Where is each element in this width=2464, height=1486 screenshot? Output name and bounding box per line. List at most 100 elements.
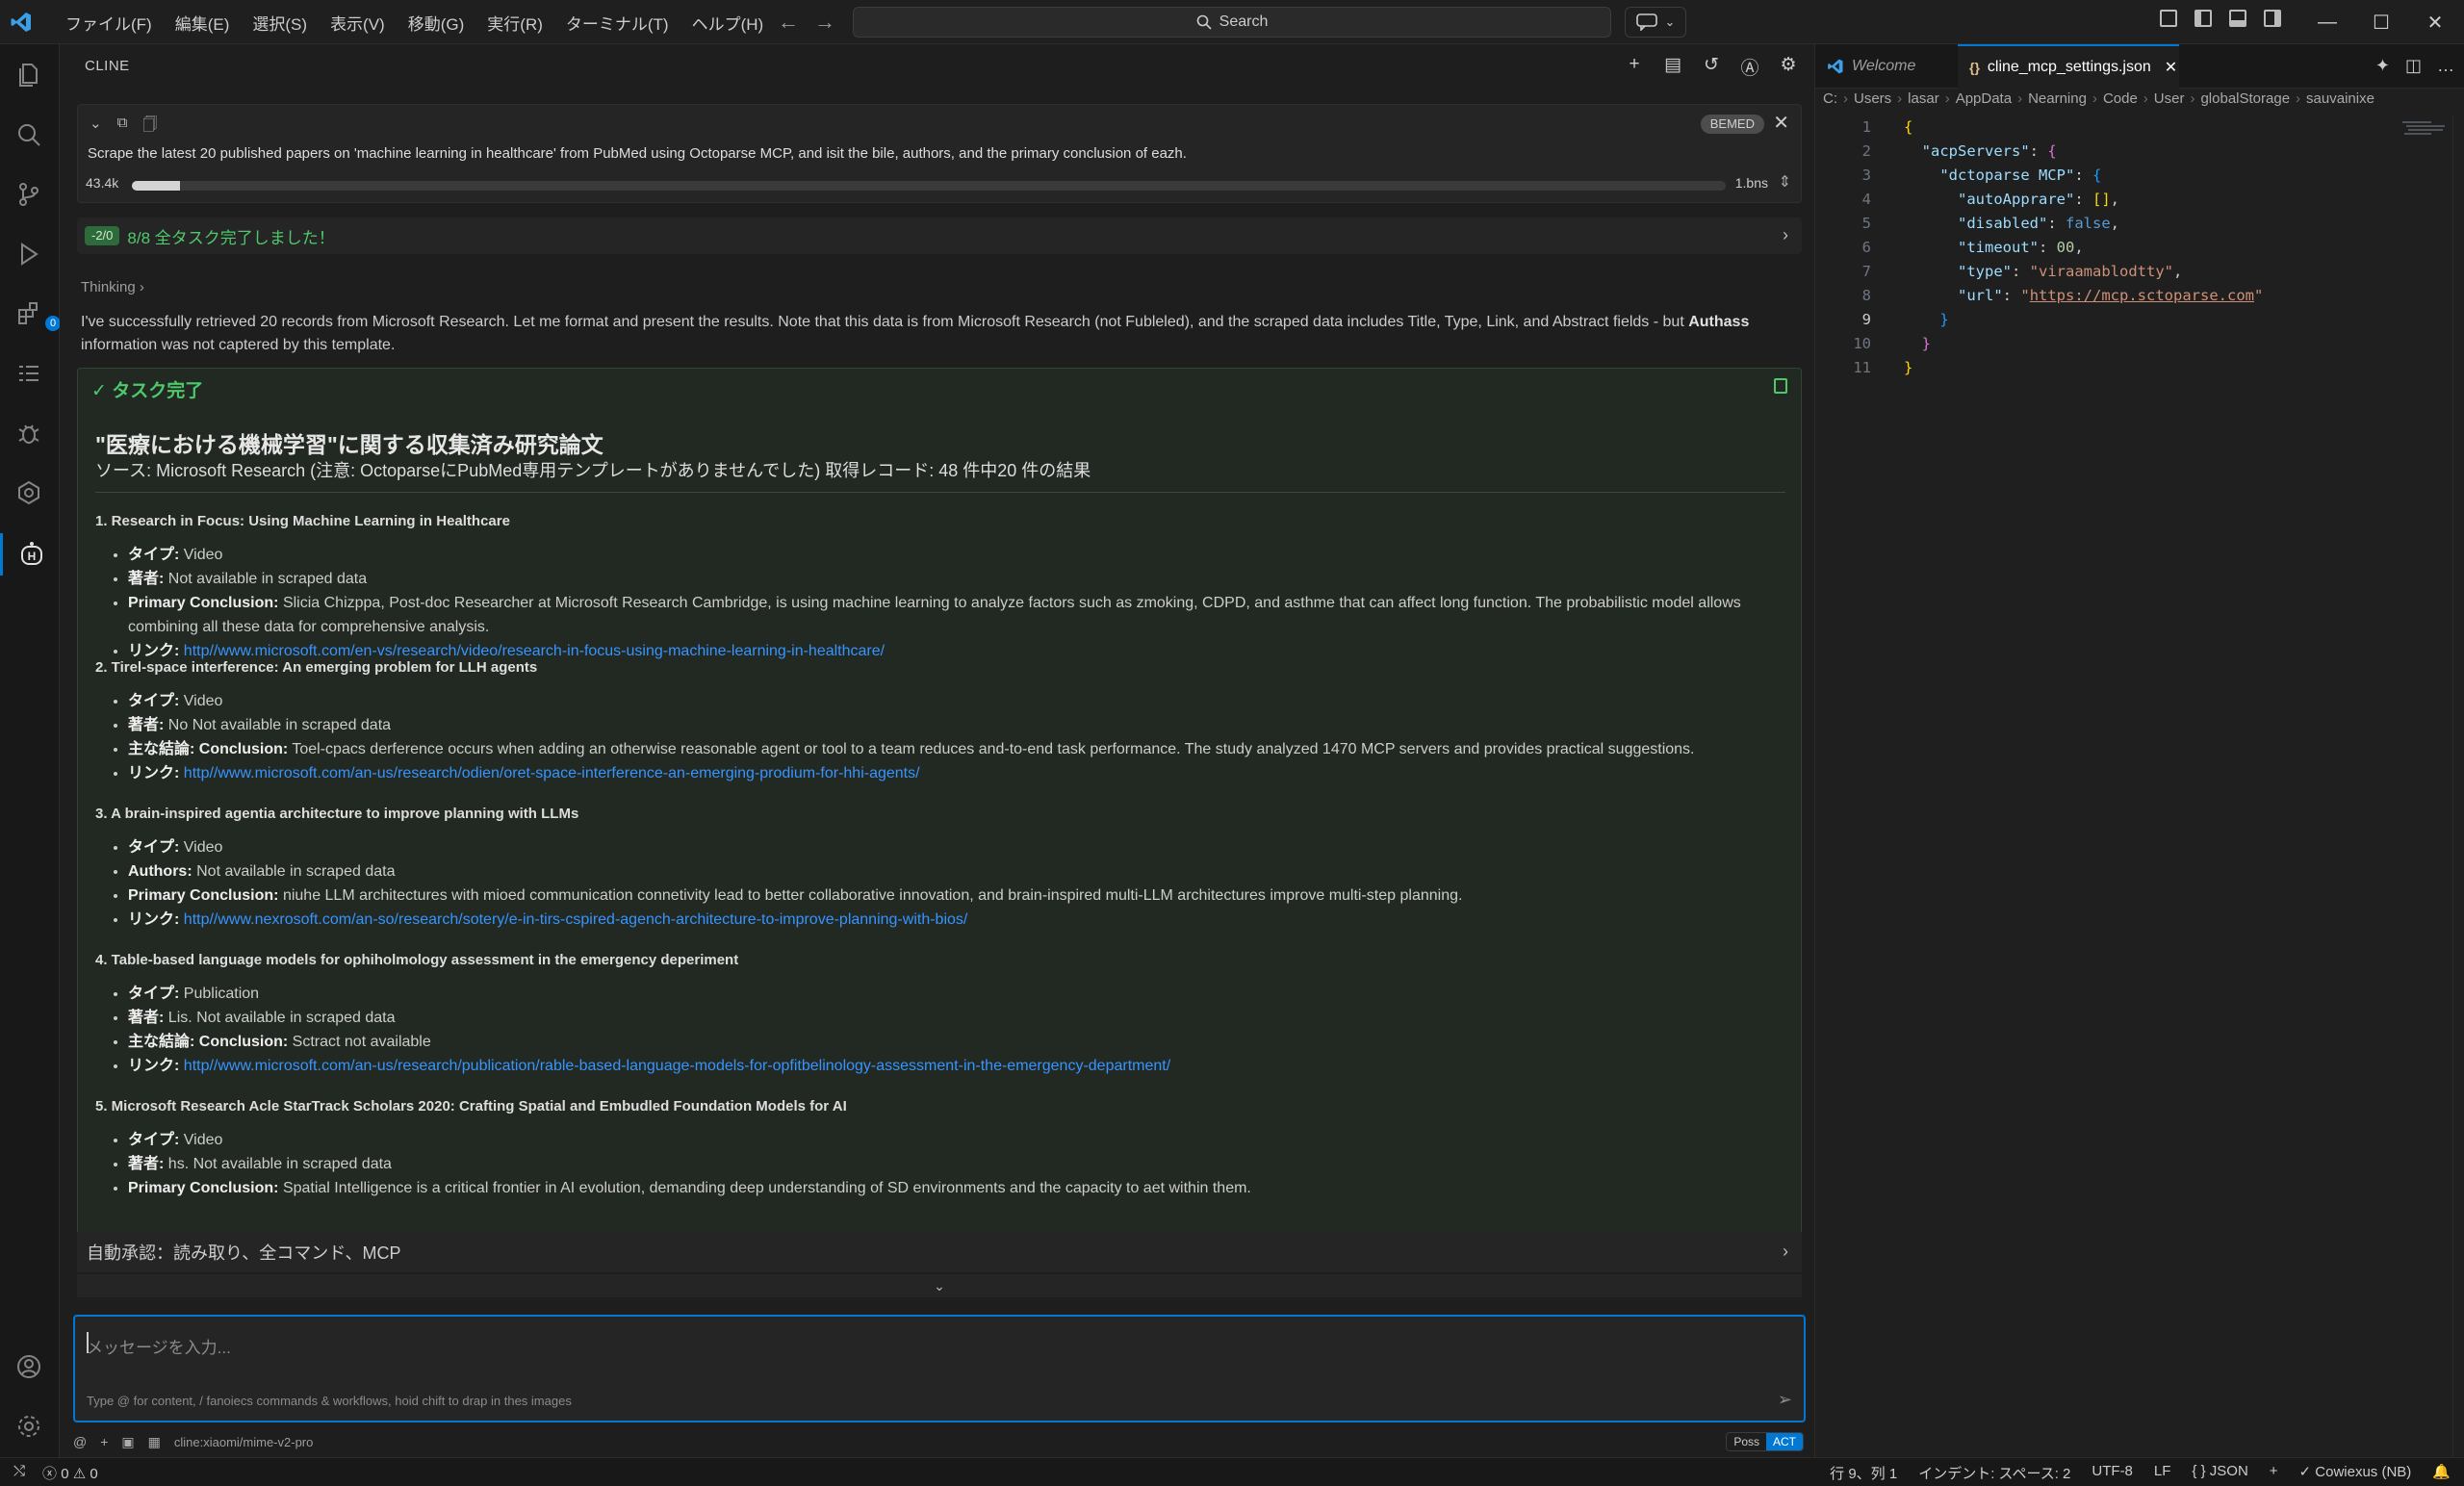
code-editor[interactable]: 1{ 2 "acpServers": { 3 "dctoparse MCP": … — [1815, 115, 2464, 380]
breadcrumb-item[interactable]: AppData — [1956, 90, 2012, 107]
breadcrumb-item[interactable]: Nearning — [2028, 90, 2087, 107]
scroll-to-bottom-button[interactable]: ⌄ — [77, 1274, 1802, 1297]
back-arrow-icon[interactable]: ← — [778, 10, 799, 35]
image-icon[interactable]: ▣ — [121, 1434, 134, 1450]
mcp-servers-icon[interactable]: ▤ — [1662, 54, 1683, 80]
paper-link-url[interactable]: http//www.microsoft.com/en-vs/research/v… — [184, 643, 885, 659]
menu-go[interactable]: 移動(G) — [397, 11, 476, 35]
chat-input[interactable]: メッセージを入力... Type @ for content, / fanoie… — [73, 1315, 1806, 1422]
close-tab-icon[interactable]: ✕ — [2165, 58, 2177, 77]
breadcrumb-item[interactable]: sauvainixe — [2306, 90, 2374, 107]
breadcrumb-item[interactable]: User — [2154, 90, 2185, 107]
end-of-line[interactable]: LF — [2154, 1463, 2171, 1483]
toggle-primary-sidebar-icon[interactable] — [2194, 10, 2212, 27]
act-mode-button[interactable]: ACT — [1766, 1433, 1803, 1450]
extensions-icon[interactable]: 0 — [13, 298, 61, 331]
bug-icon[interactable] — [13, 418, 44, 448]
compress-icon[interactable]: ⇕ — [1779, 172, 1791, 192]
menu-edit[interactable]: 編集(E) — [164, 11, 242, 35]
history-icon[interactable]: ↺ — [1701, 54, 1722, 80]
forward-arrow-icon[interactable]: → — [814, 10, 835, 35]
add-icon[interactable]: + — [100, 1434, 108, 1449]
cursor-position[interactable]: 行 9、列 1 — [1830, 1463, 1897, 1483]
todo-summary[interactable]: -2/0 8/8 全タスク完了しました！ › — [77, 218, 1802, 254]
thinking-toggle[interactable]: Thinking › — [81, 279, 144, 295]
model-selector[interactable]: cline:xiaomi/mime-v2-pro — [174, 1435, 313, 1449]
remote-indicator-icon[interactable]: ⤭ — [13, 1463, 25, 1483]
copy-icon[interactable]: ⧉ — [117, 115, 128, 139]
toggle-secondary-sidebar-icon[interactable] — [2264, 10, 2281, 27]
source-control-icon[interactable] — [13, 179, 44, 210]
chevron-right-icon: › — [1783, 1242, 1788, 1261]
sparkle-icon[interactable]: ✦ — [2375, 56, 2390, 76]
testing-icon[interactable] — [13, 358, 44, 389]
mention-icon[interactable]: @ — [73, 1434, 87, 1449]
minimap[interactable] — [2397, 117, 2454, 156]
command-center-search[interactable]: Search — [853, 7, 1611, 38]
menu-file[interactable]: ファイル(F) — [54, 11, 164, 35]
todo-count-badge: -2/0 — [85, 226, 120, 245]
add-icon[interactable]: + — [2270, 1463, 2278, 1483]
status-bar: ⤭ ⓧ 0 ⚠ 0 行 9、列 1 インデント: スペース: 2 UTF-8 L… — [0, 1457, 2464, 1486]
close-task-icon[interactable]: ✕ — [1773, 111, 1789, 135]
language-mode[interactable]: { } JSON — [2192, 1463, 2247, 1483]
chevron-down-icon: ⌄ — [934, 1278, 945, 1294]
breadcrumb-item[interactable]: lasar — [1908, 90, 1939, 107]
menu-selection[interactable]: 選択(S) — [241, 11, 319, 35]
json-file-icon: {} — [1969, 60, 1980, 75]
run-debug-icon[interactable] — [13, 239, 44, 269]
collapse-chevron-icon[interactable]: ⌄ — [90, 115, 102, 139]
maximize-icon[interactable]: ☐ — [2354, 11, 2408, 35]
settings-gear-icon[interactable] — [13, 1411, 44, 1442]
completion-result: ✓ タスク完了 "医療における機械学習"に関する収集済み研究論文 ソース: Mi… — [77, 368, 1802, 1272]
paper-link-url[interactable]: http//www.microsoft.com/an-us/research/o… — [184, 765, 920, 781]
customize-layout-icon[interactable] — [2160, 10, 2177, 27]
delete-icon[interactable]: 🗍 — [142, 115, 157, 139]
paper-link-url[interactable]: http//www.nexrosoft.com/an-so/research/s… — [184, 911, 968, 928]
breadcrumb-item[interactable]: C: — [1823, 90, 1837, 107]
menu-run[interactable]: 実行(R) — [475, 11, 554, 35]
paper-item: 4. Table-based language models for ophih… — [95, 952, 1789, 1078]
code-line: 9 } — [1861, 311, 1949, 328]
new-task-icon[interactable]: + — [1624, 54, 1645, 80]
account-icon[interactable] — [13, 1351, 44, 1382]
paper-conclusion: Primary Conclusion: niuhe LLM architectu… — [128, 884, 1789, 908]
problems-indicator[interactable]: ⓧ 0 ⚠ 0 — [42, 1463, 98, 1483]
editor-scrollbar[interactable] — [2452, 115, 2464, 1457]
menu-view[interactable]: 表示(V) — [319, 11, 397, 35]
menu-bar: ファイル(F) 編集(E) 選択(S) 表示(V) 移動(G) 実行(R) ター… — [54, 0, 775, 44]
remote-explorer-icon[interactable] — [13, 477, 44, 508]
toggle-panel-icon[interactable] — [2229, 10, 2246, 27]
breadcrumb-item[interactable]: Code — [2103, 90, 2138, 107]
send-icon[interactable]: ➢ — [1778, 1390, 1792, 1410]
cline-icon[interactable]: H — [0, 533, 60, 576]
account-circle-icon[interactable]: Ⓐ — [1739, 54, 1760, 80]
search-sidebar-icon[interactable] — [13, 119, 44, 150]
todo-status-text: 8/8 全タスク完了しました！ — [127, 228, 335, 247]
notifications-icon[interactable]: 🔔 — [2432, 1463, 2451, 1483]
plan-mode-button[interactable]: Poss — [1727, 1433, 1766, 1450]
chat-button[interactable]: ⌄ — [1625, 7, 1686, 38]
indentation[interactable]: インデント: スペース: 2 — [1918, 1463, 2070, 1483]
chat-footer: @ + ▣ ▦ cline:xiaomi/mime-v2-pro Poss AC… — [73, 1428, 1806, 1455]
plan-act-toggle[interactable]: Poss ACT — [1726, 1432, 1804, 1451]
paper-link-url[interactable]: http//www.microsoft.com/an-us/research/p… — [184, 1058, 1170, 1074]
copy-result-icon[interactable] — [1774, 378, 1787, 394]
menu-help[interactable]: ヘルプ(H) — [680, 11, 776, 35]
tab-cline-mcp-settings[interactable]: {} cline_mcp_settings.json ✕ — [1958, 44, 2179, 89]
auto-approve-bar[interactable]: 自動承認：読み取り、全コマンド、MCP › — [77, 1232, 1802, 1272]
breadcrumb-item[interactable]: globalStorage — [2200, 90, 2290, 107]
close-window-icon[interactable]: ✕ — [2408, 11, 2462, 35]
explorer-icon[interactable] — [13, 60, 44, 90]
panel-settings-icon[interactable]: ⚙ — [1778, 54, 1799, 80]
tab-welcome[interactable]: Welcome — [1815, 44, 1956, 89]
breadcrumb-item[interactable]: Users — [1854, 90, 1891, 107]
menu-terminal[interactable]: ターミナル(T) — [554, 11, 680, 35]
minimize-icon[interactable]: — — [2300, 12, 2354, 34]
encoding[interactable]: UTF-8 — [2092, 1463, 2133, 1483]
paper-item: 1. Research in Focus: Using Machine Lear… — [95, 513, 1789, 663]
paper-item: 5. Microsoft Research Acle StarTrack Sch… — [95, 1098, 1789, 1200]
more-actions-icon[interactable]: … — [2437, 56, 2454, 76]
split-editor-icon[interactable]: ◫ — [2405, 56, 2422, 76]
extension-status[interactable]: ✓ Cowiexus (NB) — [2299, 1463, 2412, 1483]
